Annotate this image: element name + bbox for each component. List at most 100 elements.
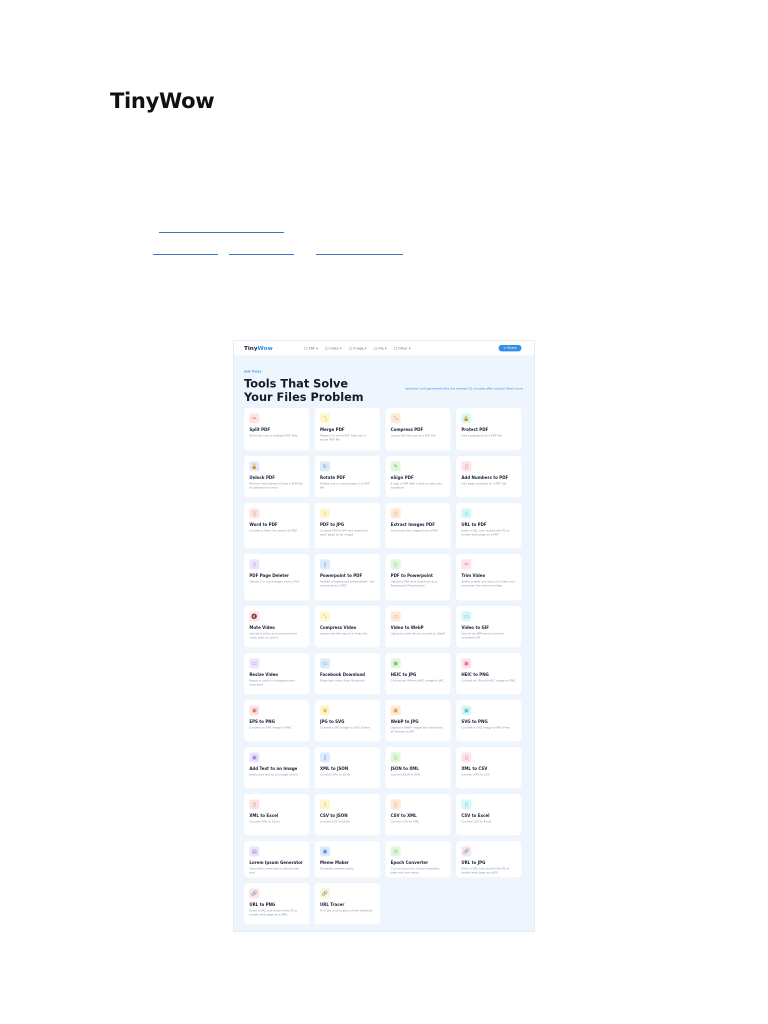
tool-icon: ▯: [390, 799, 401, 810]
tool-title: JPG to SVG: [319, 719, 345, 724]
deletion-note[interactable]: Uploaded and generated files are deleted…: [405, 387, 523, 390]
tool-title: Facebook Download: [319, 672, 365, 677]
tool-description: Upload a PDF and download as a Powerpoin…: [390, 579, 438, 588]
tool-card[interactable]: 🔗 URL to JPG Enter a URL and receive the P…: [455, 840, 522, 878]
tool-card[interactable]: ▣ HEIC to JPG Convert an iPhone HEIC image…: [385, 652, 451, 695]
tool-card[interactable]: ⤵ Merge PDF Merge 2 or more PDF files into…: [314, 407, 380, 451]
tool-card[interactable]: ▣ Add Text to an Image Easily add text to …: [243, 746, 310, 789]
tool-description: Lessen the file size of a PDF file: [390, 433, 436, 438]
tool-card[interactable]: ▭ Video to GIF Upload an MP4 and convert t…: [455, 605, 522, 648]
tool-card[interactable]: ◷ Epoch Converter Convert epoch to human-r…: [385, 840, 451, 878]
tool-title: JSON to XML: [390, 766, 419, 771]
tool-card[interactable]: ▣ JPG to SVG Convert a JPG image to SVG On…: [314, 699, 380, 742]
tool-description: Convert XML to CSV: [461, 772, 490, 777]
tool-card[interactable]: ✎ eSign PDF E-sign a PDF with a font or wi…: [385, 455, 451, 498]
tool-icon: ▯: [461, 752, 472, 763]
tinywow-screenshot: TinyWow PDF ▾ Video ▾ Image ▾ File ▾ Other ▾…: [233, 340, 535, 932]
nav-icon: [349, 346, 353, 350]
tool-card[interactable]: ▯ Add Numbers to PDF Add page numbers to a…: [455, 455, 522, 498]
tool-description: Upload a video file to convert to WebP: [390, 631, 446, 636]
tool-icon: ▯: [249, 559, 260, 570]
tool-card[interactable]: ▯ URL to PDF Enter a URL and receive the P…: [455, 502, 522, 549]
tool-card[interactable]: ▣ WebP to JPG Upload a WebP image and down…: [385, 699, 451, 742]
tool-card[interactable]: ⤡ Compress Video Lessen the file size of a…: [314, 605, 380, 648]
tool-title: Powerpoint to PDF: [319, 573, 363, 578]
tool-card[interactable]: ✂ Trim Video Select a start and stop of a …: [455, 553, 522, 601]
tool-icon: 🔓: [249, 461, 260, 472]
tool-description: Convert PDF to JPG and download each pag…: [319, 528, 368, 537]
tool-card[interactable]: ▯ Extract Images PDF Download the images f…: [385, 502, 451, 549]
tool-description: Convert a Word Document to PDF: [249, 528, 298, 533]
tool-card[interactable]: ▯ JSON to XML Convert JSON to XML: [385, 746, 451, 789]
tool-icon: ▯: [461, 508, 472, 519]
tool-title: Merge PDF: [319, 427, 345, 432]
tool-description: E-sign a PDF with a font or with your si…: [390, 481, 443, 490]
tool-title: XML to CSV: [461, 766, 488, 771]
tool-card[interactable]: ▣ HEIC to PNG Convert an iPhone HEIC image…: [455, 652, 522, 695]
tool-card[interactable]: 🔒 Protect PDF Add a password to a PDF file: [455, 407, 522, 451]
tool-description: Convert an iPhone HEIC image to JPG: [390, 678, 444, 683]
tool-title: PDF Page Deleter: [249, 573, 289, 578]
tool-card[interactable]: ▭ Video to WebP Upload a video file to con…: [385, 605, 451, 648]
tool-card[interactable]: ▯ CSV to XML Convert CSV to XML: [385, 793, 451, 836]
nav-label: File ▾: [378, 346, 387, 351]
tool-icon: ▯: [249, 799, 260, 810]
tool-card[interactable]: ▯ CSV to JSON Convert CSV to JSON: [314, 793, 380, 836]
tool-description: Convert an EPS image to PNG: [249, 725, 292, 730]
link-underline[interactable]: [316, 254, 403, 255]
tool-card[interactable]: ▯ PDF to JPG Convert PDF to JPG and downlo…: [314, 502, 380, 549]
tool-card[interactable]: ▯ Powerpoint to PDF Upload a Powerpoint pr…: [314, 553, 380, 601]
tool-description: Lessen the file size of a Video file: [319, 631, 368, 636]
tool-card[interactable]: 🔗 URL to PNG Enter a URL and receive the P…: [243, 882, 310, 925]
tool-card[interactable]: ▣ Meme Maker Generate memes easily: [314, 840, 380, 878]
link-underline[interactable]: [229, 254, 294, 255]
tool-description: Convert CSV to XML: [390, 819, 420, 824]
tool-card[interactable]: ▯ Word to PDF Convert a Word Document to P…: [243, 502, 310, 549]
tool-card[interactable]: ▯ XML to JSON Convert XML to JSON: [314, 746, 380, 789]
tool-description: Generate Lorem Ipsum placeholder text: [249, 866, 300, 875]
tool-card[interactable]: ↻ Rotate PDF Rotate one or more pages in a…: [314, 455, 380, 498]
tool-card[interactable]: ▯ PDF Page Deleter Delete 1 or more pages …: [243, 553, 310, 601]
tool-description: Select a start and stop of a video and d…: [461, 579, 515, 588]
nav-icon: [373, 346, 377, 350]
tool-card[interactable]: ▯ CSV to Excel Convert CSV to Excel: [455, 793, 522, 836]
tool-description: Convert XML to JSON: [319, 772, 350, 777]
tool-card[interactable]: ▤ Lorem Ipsum Generator Generate Lorem Ips…: [243, 840, 310, 878]
tool-card[interactable]: ▯ XML to Excel Convert XML to Excel: [243, 793, 310, 836]
nav-item[interactable]: Image ▾: [349, 346, 367, 350]
tool-card[interactable]: 🔓 Unlock PDF Remove the password from a PD…: [243, 455, 310, 498]
tool-card[interactable]: ⤡ Compress PDF Lessen the file size of a P…: [385, 407, 451, 451]
tool-title: Add Text to an Image: [249, 766, 298, 771]
tool-icon: ▯: [461, 461, 472, 472]
tool-card[interactable]: ▭ Facebook Download Download video from Fa…: [314, 652, 380, 695]
tool-icon: ▣: [461, 658, 472, 669]
tool-description: Convert XML to Excel: [249, 819, 280, 824]
tool-card[interactable]: 🔇 Mute Video Upload a video and download t…: [243, 605, 310, 648]
site-logo[interactable]: TinyWow: [244, 345, 273, 352]
nav-item[interactable]: Other ▾: [393, 346, 411, 351]
tool-card[interactable]: ✂ Split PDF Split into one or multiple PDF…: [243, 407, 310, 451]
tool-card[interactable]: ▯ XML to CSV Convert XML to CSV: [455, 746, 522, 789]
link-underline[interactable]: [153, 254, 218, 255]
nav-item[interactable]: Video ▾: [325, 346, 342, 350]
tool-title: PDF to Powerpoint: [390, 573, 433, 578]
tool-card[interactable]: ▣ EPS to PNG Convert an EPS image to PNG: [243, 699, 310, 742]
tool-title: Rotate PDF: [319, 475, 346, 480]
tool-icon: ▭: [390, 611, 401, 622]
tool-title: Mute Video: [249, 625, 275, 630]
tool-card[interactable]: ▭ Resize Video Resize a video to Instagram…: [243, 652, 310, 695]
tool-icon: ▯: [319, 752, 330, 763]
tool-icon: ▣: [249, 705, 260, 716]
tool-card[interactable]: ▣ SVG to PNG Convert a SVG image to PNG Fr…: [455, 699, 522, 742]
tool-card[interactable]: ▯ PDF to Powerpoint Upload a PDF and downl…: [385, 553, 451, 601]
link-underline[interactable]: [159, 232, 284, 233]
tool-description: Convert CSV to Excel: [461, 819, 492, 824]
tool-title: CSV to XML: [390, 813, 417, 818]
nav-item[interactable]: PDF ▾: [304, 346, 318, 350]
tool-card[interactable]: 🔗 URL Tracer Find the end location of the …: [314, 882, 380, 925]
tool-title: Trim Video: [461, 573, 486, 578]
nav-label: Other ▾: [398, 346, 411, 351]
share-button[interactable]: < Share: [498, 344, 522, 352]
nav-item[interactable]: File ▾: [373, 346, 387, 351]
tool-icon: ▯: [461, 799, 472, 810]
